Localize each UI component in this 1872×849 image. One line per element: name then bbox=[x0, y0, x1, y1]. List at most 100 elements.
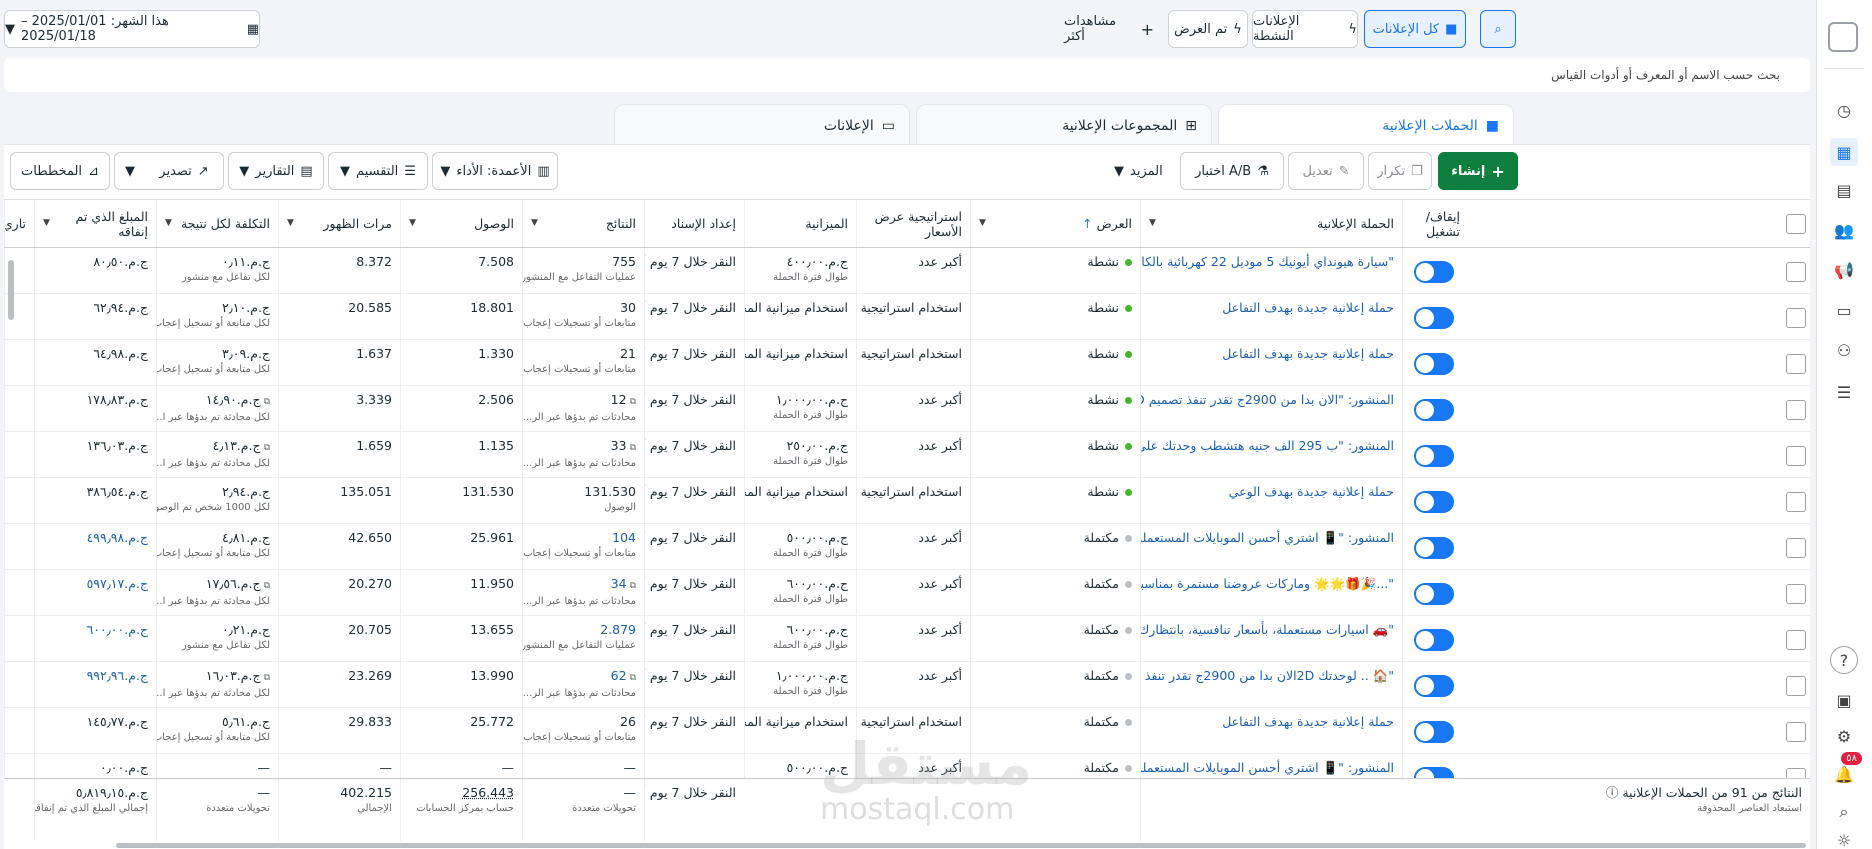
campaign-toggle[interactable] bbox=[1414, 537, 1454, 559]
row-checkbox[interactable] bbox=[1786, 354, 1806, 374]
duplicate-button[interactable]: تكرار ❐ bbox=[1368, 152, 1432, 190]
col-results[interactable]: النتائج ▼ bbox=[522, 200, 644, 247]
select-all-checkbox[interactable] bbox=[1786, 214, 1806, 234]
imp-cell: 8.372 bbox=[278, 248, 400, 293]
table-row[interactable]: "...🎉🎁🌟🌟 وماركات عروضنا مستمرة بمناسبة ي… bbox=[4, 570, 1810, 616]
campaign-name-link[interactable]: حملة إعلانية جديدة بهدف التفاعل bbox=[1149, 300, 1394, 316]
horizontal-scrollbar[interactable] bbox=[116, 843, 1806, 848]
bug-icon[interactable]: ☼ bbox=[1830, 826, 1858, 849]
col-reach[interactable]: الوصول ▼ bbox=[400, 200, 522, 247]
more-button[interactable]: ▼ المزيد bbox=[1114, 152, 1184, 190]
campaign-name-link[interactable]: حملة إعلانية جديدة بهدف التفاعل bbox=[1149, 714, 1394, 730]
status-badge: نشطة bbox=[1087, 484, 1119, 499]
table-row[interactable]: المنشور: "ب 295 الف جنيه هتشطب وحدتك على… bbox=[4, 432, 1810, 478]
table-row[interactable]: حملة إعلانية جديدة بهدف التفاعل نشطة استخد… bbox=[4, 294, 1810, 340]
row-checkbox[interactable] bbox=[1786, 262, 1806, 282]
col-attribution[interactable]: إعداد الإسناد bbox=[644, 200, 744, 247]
campaign-name-link[interactable]: "🏠 .. لوحدتك 2Dالان بدا من 2900ج تقدر تن… bbox=[1141, 668, 1394, 684]
menu-icon[interactable]: ☰ bbox=[1830, 378, 1858, 406]
col-cost[interactable]: التكلفة لكل نتيجة ▼ bbox=[156, 200, 278, 247]
campaign-toggle[interactable] bbox=[1414, 721, 1454, 743]
table-row[interactable]: "🏠 .. لوحدتك 2Dالان بدا من 2900ج تقدر تن… bbox=[4, 662, 1810, 708]
table-row[interactable]: حملة إعلانية جديدة بهدف الوعي نشطة استخدام… bbox=[4, 478, 1810, 524]
campaign-name-link[interactable]: حملة إعلانية جديدة بهدف التفاعل bbox=[1149, 346, 1394, 362]
columns-button[interactable]: ▼ الأعمدة: الأداء ▥ bbox=[432, 152, 558, 190]
col-end[interactable]: تاري bbox=[4, 200, 34, 247]
table-row[interactable]: المنشور: "الان بدا من 2900ج تقدر تنفذ تص… bbox=[4, 386, 1810, 432]
campaign-toggle[interactable] bbox=[1414, 261, 1454, 283]
campaign-name-link[interactable]: المنشور: "📱 اشتري أحسن الموبايلات المستع… bbox=[1141, 760, 1394, 776]
campaign-toggle[interactable] bbox=[1414, 629, 1454, 651]
row-checkbox[interactable] bbox=[1786, 584, 1806, 604]
export-button[interactable]: ▼ تصدير ↗ bbox=[114, 152, 224, 190]
row-checkbox[interactable] bbox=[1786, 676, 1806, 696]
tab-adsets[interactable]: المجموعات الإعلانية ⊞ bbox=[916, 104, 1212, 146]
help-icon[interactable]: ? bbox=[1830, 646, 1858, 674]
row-checkbox[interactable] bbox=[1786, 630, 1806, 650]
more-views-button[interactable]: مشاهدات أكثر + bbox=[1064, 10, 1154, 48]
campaign-name-link[interactable]: "سيارة هيونداي أيونيك 5 موديل 22 كهربائي… bbox=[1141, 254, 1394, 270]
audience-icon[interactable]: 👥 bbox=[1830, 216, 1858, 244]
col-toggle[interactable]: إيقاف/ تشغيل bbox=[1402, 200, 1468, 247]
date-range-picker[interactable]: ▼ هذا الشهر: 2025/01/01 – 2025/01/18 ▦ bbox=[4, 10, 260, 48]
row-checkbox[interactable] bbox=[1786, 400, 1806, 420]
budget-value: ج.م.٤٠٠٫٠٠ bbox=[786, 254, 848, 269]
gear-icon[interactable]: ⚙ bbox=[1830, 722, 1858, 750]
reports-button[interactable]: ▼ التقارير ▤ bbox=[228, 152, 324, 190]
campaign-toggle[interactable] bbox=[1414, 675, 1454, 697]
row-checkbox[interactable] bbox=[1786, 722, 1806, 742]
col-spent[interactable]: المبلغ الذي تم إنفاقه ▼ bbox=[34, 200, 156, 247]
campaign-name-link[interactable]: "...🎉🎁🌟🌟 وماركات عروضنا مستمرة بمناسبة ي… bbox=[1141, 576, 1394, 592]
pages-icon[interactable]: ▤ bbox=[1830, 176, 1858, 204]
vertical-scrollbar[interactable] bbox=[8, 260, 14, 320]
campaign-name-link[interactable]: المنشور: "ب 295 الف جنيه هتشطب وحدتك على… bbox=[1141, 438, 1394, 454]
edit-button[interactable]: تعديل ✎ bbox=[1288, 152, 1364, 190]
campaign-toggle[interactable] bbox=[1414, 583, 1454, 605]
report-icon[interactable]: ▣ bbox=[1830, 686, 1858, 714]
campaign-name-link[interactable]: حملة إعلانية جديدة بهدف الوعي bbox=[1149, 484, 1394, 500]
tab-all-ads[interactable]: كل الإعلانات ■ bbox=[1364, 10, 1466, 48]
col-campaign-label: الحملة الإعلانية bbox=[1317, 216, 1394, 231]
create-button[interactable]: إنشاء + bbox=[1438, 152, 1518, 190]
campaign-toggle[interactable] bbox=[1414, 491, 1454, 513]
tab-campaigns[interactable]: الحملات الإعلانية ■ bbox=[1218, 104, 1514, 146]
hierarchy-icon[interactable]: ⚇ bbox=[1830, 336, 1858, 364]
table-row[interactable]: "سيارة هيونداي أيونيك 5 موديل 22 كهربائي… bbox=[4, 248, 1810, 294]
billing-icon[interactable]: ▭ bbox=[1830, 296, 1858, 324]
row-checkbox[interactable] bbox=[1786, 308, 1806, 328]
account-avatar[interactable] bbox=[1828, 22, 1858, 52]
col-budget[interactable]: الميزانية bbox=[744, 200, 856, 247]
col-delivery-label: العرض ↑ bbox=[1082, 216, 1132, 231]
campaign-name-link[interactable]: "🚗 اسيارات مستعملة، بأسعار تنافسية، بانت… bbox=[1141, 622, 1394, 638]
col-delivery[interactable]: العرض ↑ ▼ bbox=[970, 200, 1140, 247]
row-checkbox[interactable] bbox=[1786, 538, 1806, 558]
ab-test-button[interactable]: اختبار A/B ⚗ bbox=[1180, 152, 1284, 190]
col-bid[interactable]: استراتيجية عرض الأسعار bbox=[856, 200, 970, 247]
search-input[interactable]: بحث حسب الاسم أو المعرف أو أدوات القياس bbox=[4, 58, 1810, 92]
campaign-name-link[interactable]: المنشور: "📱 اشتري أحسن الموبايلات المستع… bbox=[1141, 530, 1394, 546]
campaign-toggle[interactable] bbox=[1414, 399, 1454, 421]
lightning-icon: ϟ bbox=[1348, 21, 1357, 37]
footer-spent-sub: إجمالي المبلغ الذي تم إنفاقه bbox=[34, 803, 148, 814]
campaign-toggle[interactable] bbox=[1414, 445, 1454, 467]
table-row[interactable]: المنشور: "📱 اشتري أحسن الموبايلات المستع… bbox=[4, 524, 1810, 570]
tab-shown[interactable]: تم العرض ϟ bbox=[1168, 10, 1248, 48]
table-icon[interactable]: ▦ bbox=[1830, 138, 1858, 166]
campaign-name-link[interactable]: المنشور: "الان بدا من 2900ج تقدر تنفذ تص… bbox=[1141, 392, 1394, 408]
table-row[interactable]: "🚗 اسيارات مستعملة، بأسعار تنافسية، بانت… bbox=[4, 616, 1810, 662]
search-icon[interactable]: ⌕ bbox=[1830, 798, 1858, 826]
tab-ads[interactable]: الإعلانات ▭ bbox=[614, 104, 910, 146]
dashboard-icon[interactable]: ◷ bbox=[1830, 96, 1858, 124]
charts-button[interactable]: المخططات ⊿ bbox=[10, 152, 110, 190]
table-row[interactable]: حملة إعلانية جديدة بهدف التفاعل نشطة استخد… bbox=[4, 340, 1810, 386]
row-checkbox[interactable] bbox=[1786, 446, 1806, 466]
tab-active-ads[interactable]: الإعلانات النشطة ϟ bbox=[1252, 10, 1358, 48]
col-impressions[interactable]: مرات الظهور ▼ bbox=[278, 200, 400, 247]
breakdown-button[interactable]: ▼ التقسيم ☰ bbox=[328, 152, 428, 190]
campaign-toggle[interactable] bbox=[1414, 353, 1454, 375]
col-campaign[interactable]: الحملة الإعلانية ▼ bbox=[1140, 200, 1402, 247]
megaphone-icon[interactable]: 📢 bbox=[1830, 256, 1858, 284]
search-button[interactable]: ⌕ bbox=[1480, 10, 1516, 48]
campaign-toggle[interactable] bbox=[1414, 307, 1454, 329]
row-checkbox[interactable] bbox=[1786, 492, 1806, 512]
